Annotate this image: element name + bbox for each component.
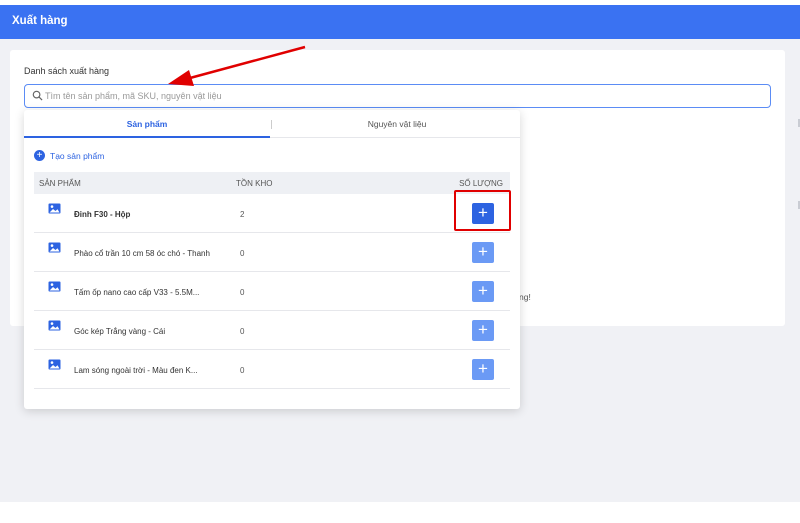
product-name: Góc kép Trắng vàng - Cái (74, 327, 166, 336)
product-name: Phào cổ trần 10 cm 58 óc chó - Thanh (74, 249, 210, 258)
table-row: Lam sóng ngoài trời - Màu đen K... 0 + (34, 350, 510, 389)
top-bar: Xuất hàng (0, 5, 800, 39)
add-quantity-button[interactable]: + (472, 242, 494, 263)
tab-products[interactable]: Sản phẩm (24, 110, 270, 138)
image-placeholder-icon (48, 359, 61, 370)
tab-materials[interactable]: Nguyên vật liệu (274, 110, 520, 138)
image-placeholder-icon (48, 203, 61, 214)
plus-icon: + (478, 281, 488, 300)
dropdown-tabs: Sản phẩm Nguyên vật liệu (24, 110, 520, 138)
image-placeholder-icon (48, 320, 61, 331)
obscured-empty-message: ng! (519, 292, 531, 302)
table-row: Tấm ốp nano cao cấp V33 - 5.5M... 0 + (34, 272, 510, 311)
column-header-quantity: SỐ LƯỢNG (459, 179, 503, 188)
page-title: Xuất hàng (12, 15, 68, 27)
table-row: Phào cổ trần 10 cm 58 óc chó - Thanh 0 + (34, 233, 510, 272)
plus-icon: + (478, 320, 488, 339)
plus-circle-icon: + (34, 150, 45, 161)
add-quantity-button[interactable]: + (472, 359, 494, 380)
table-row: Góc kép Trắng vàng - Cái 0 + (34, 311, 510, 350)
image-placeholder-icon (48, 281, 61, 292)
table-row: Đinh F30 - Hộp 2 + (34, 194, 510, 233)
column-header-stock: TỒN KHO (236, 179, 273, 188)
product-name: Lam sóng ngoài trời - Màu đen K... (74, 366, 198, 375)
plus-icon: + (478, 359, 488, 378)
plus-icon: + (478, 242, 488, 261)
plus-icon: + (478, 203, 488, 222)
column-header-product: SẢN PHẨM (39, 179, 81, 188)
product-search-box[interactable] (24, 84, 771, 108)
search-results-dropdown: Sản phẩm Nguyên vật liệu + Tạo sản phẩm … (24, 110, 520, 409)
table-header: SẢN PHẨM TỒN KHO SỐ LƯỢNG (34, 172, 510, 194)
create-product-label: Tạo sản phẩm (50, 151, 105, 161)
tab-divider (271, 120, 272, 129)
product-search-input[interactable] (45, 88, 745, 103)
product-name: Đinh F30 - Hộp (74, 210, 131, 219)
stock-value: 0 (240, 366, 245, 375)
stock-value: 0 (240, 327, 245, 336)
stock-value: 0 (240, 288, 245, 297)
product-name: Tấm ốp nano cao cấp V33 - 5.5M... (74, 288, 200, 297)
image-placeholder-icon (48, 242, 61, 253)
add-quantity-button[interactable]: + (472, 281, 494, 302)
add-quantity-button[interactable]: + (472, 320, 494, 341)
stock-value: 2 (240, 210, 245, 219)
export-list-label: Danh sách xuất hàng (24, 66, 110, 76)
stock-value: 0 (240, 249, 245, 258)
search-icon (32, 90, 43, 101)
add-quantity-button[interactable]: + (472, 203, 494, 224)
